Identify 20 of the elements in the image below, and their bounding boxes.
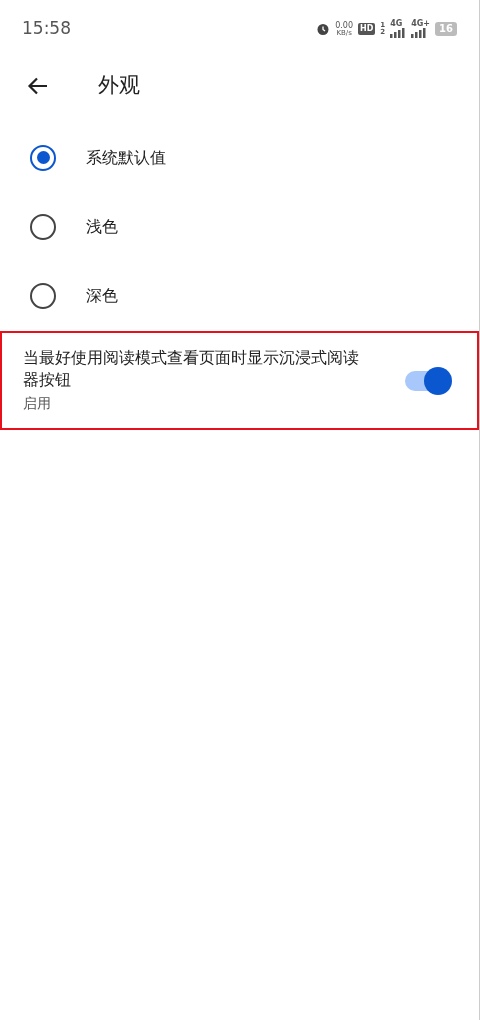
network-label: 4G [390, 20, 403, 28]
radio-button[interactable] [30, 144, 56, 171]
setting-title: 当最好使用阅读模式查看页面时显示沉浸式阅读器按钮 [23, 347, 360, 391]
signal-icon [390, 28, 407, 38]
radio-option[interactable]: 浅色 [0, 192, 479, 261]
alarm-clock-icon [316, 22, 331, 36]
radio-option[interactable]: 系统默认值 [0, 123, 479, 192]
toggle-switch[interactable] [405, 365, 453, 396]
radio-button[interactable] [30, 213, 56, 240]
battery-icon: 16 [435, 22, 457, 36]
setting-summary: 启用 [23, 394, 52, 413]
radio-option[interactable]: 深色 [0, 261, 479, 330]
signal-icon [411, 28, 428, 38]
status-time: 15:58 [22, 17, 71, 41]
radio-button[interactable] [30, 282, 56, 309]
speed-value: 0.00 [335, 21, 353, 30]
network-label: 4G+ [411, 20, 431, 28]
hd-badge: HD [358, 23, 376, 35]
setting-row[interactable]: 当最好使用阅读模式查看页面时显示沉浸式阅读器按钮 启用 [0, 331, 479, 430]
page-title: 外观 [98, 72, 140, 100]
